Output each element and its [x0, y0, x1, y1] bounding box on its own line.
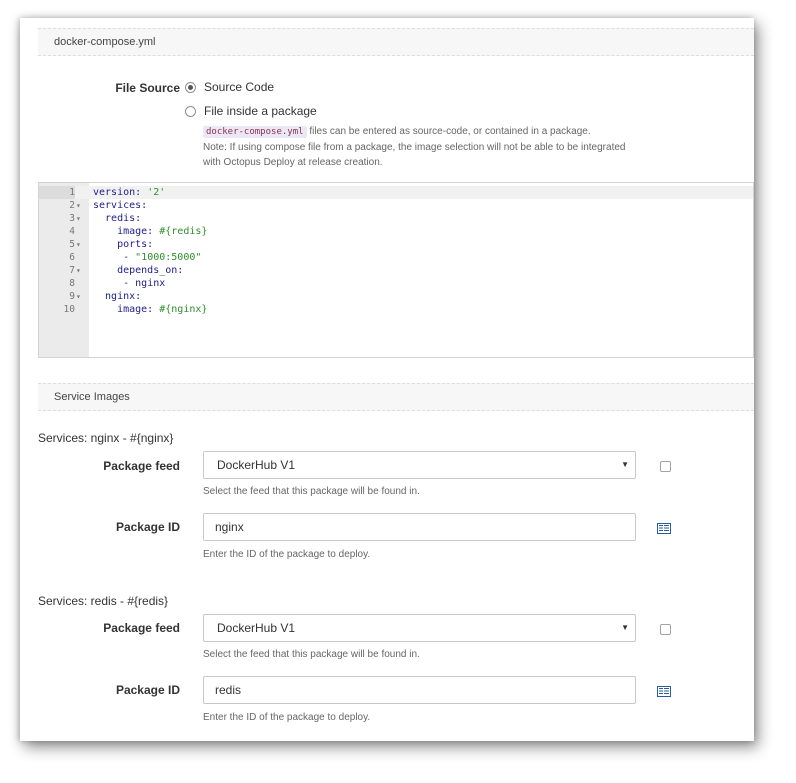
- file-source-label: File Source: [115, 81, 180, 95]
- code-line[interactable]: 8 - nginx: [39, 277, 753, 290]
- radio-source-code-indicator[interactable]: [185, 81, 196, 93]
- nginx-package-id-help: Enter the ID of the package to deploy.: [203, 549, 371, 560]
- help-line1-rest: files can be entered as source-code, or …: [306, 126, 591, 137]
- radio-source-code[interactable]: Source Code: [185, 80, 274, 94]
- nginx-package-feed-help: Select the feed that this package will b…: [203, 486, 420, 497]
- help-code-tag: docker-compose.yml: [203, 126, 307, 138]
- code-line[interactable]: 6 - "1000:5000": [39, 251, 753, 264]
- code-token: version:: [93, 187, 148, 198]
- code-token: -: [93, 278, 136, 289]
- fold-toggle-icon[interactable]: ▾: [76, 290, 86, 303]
- line-number: 9: [69, 291, 75, 302]
- nginx-package-feed-select[interactable]: DockerHub V1 ▼: [203, 451, 636, 479]
- nginx-package-feed-label: Package feed: [103, 459, 180, 473]
- nginx-package-feed-value: DockerHub V1: [217, 458, 296, 472]
- line-number: 4: [69, 226, 75, 237]
- code-token: ports:: [93, 239, 154, 250]
- line-number: 6: [69, 252, 75, 263]
- help-line2: Note: If using compose file from a packa…: [203, 142, 626, 153]
- nginx-package-id-value: nginx: [215, 520, 244, 534]
- code-line[interactable]: 9 ▾ nginx:: [39, 290, 753, 303]
- code-text: - "1000:5000": [93, 251, 201, 264]
- code-token: image:: [93, 226, 160, 237]
- radio-file-package[interactable]: File inside a package: [185, 104, 317, 118]
- code-text: image: #{redis}: [93, 225, 207, 238]
- step-settings-panel: docker-compose.yml File Source Source Co…: [20, 18, 754, 741]
- code-line[interactable]: 3 ▾ redis:: [39, 212, 753, 225]
- redis-feed-bind-checkbox[interactable]: [660, 624, 671, 635]
- code-text: depends_on:: [93, 264, 183, 277]
- code-token: services:: [93, 200, 148, 211]
- variable-grid-icon[interactable]: [657, 686, 671, 697]
- redis-package-id-value: redis: [215, 683, 242, 697]
- code-token: '2': [147, 187, 166, 198]
- line-number: 10: [63, 304, 75, 315]
- help-line3: with Octopus Deploy at release creation.: [203, 157, 383, 168]
- code-text: image: #{nginx}: [93, 303, 207, 316]
- nginx-package-id-label: Package ID: [115, 520, 180, 534]
- redis-package-feed-select[interactable]: DockerHub V1 ▼: [203, 614, 636, 642]
- line-number: 3: [69, 213, 75, 224]
- service-redis-title: Services: redis - #{redis}: [38, 594, 169, 608]
- code-line[interactable]: 5 ▾ ports:: [39, 238, 753, 251]
- line-number: 2: [69, 200, 75, 211]
- code-text: redis:: [93, 212, 141, 225]
- code-token: "1000:5000": [135, 252, 202, 263]
- code-token: nginx: [135, 278, 166, 289]
- code-text: nginx:: [93, 290, 141, 303]
- nginx-package-id-input[interactable]: nginx: [203, 513, 636, 541]
- code-token: image:: [93, 304, 160, 315]
- line-number: 8: [69, 278, 75, 289]
- redis-package-id-label: Package ID: [115, 683, 180, 697]
- fold-toggle-icon[interactable]: ▾: [76, 264, 86, 277]
- radio-file-package-label[interactable]: File inside a package: [204, 104, 317, 118]
- redis-package-id-input[interactable]: redis: [203, 676, 636, 704]
- code-token: redis:: [93, 213, 142, 224]
- compose-section-title: docker-compose.yml: [54, 36, 156, 48]
- code-token: #{nginx}: [159, 304, 208, 315]
- variable-grid-icon[interactable]: [657, 523, 671, 534]
- redis-package-feed-label: Package feed: [103, 621, 180, 635]
- code-text: services:: [93, 199, 147, 212]
- code-token: depends_on:: [93, 265, 184, 276]
- fold-toggle-icon[interactable]: ▾: [76, 238, 86, 251]
- fold-toggle-icon[interactable]: ▾: [76, 212, 86, 225]
- chevron-down-icon: ▼: [621, 460, 629, 469]
- line-number: 1: [39, 186, 75, 199]
- code-line[interactable]: 10 image: #{nginx}: [39, 303, 753, 316]
- code-text: version: '2': [93, 186, 165, 199]
- service-images-section-title: Service Images: [54, 391, 130, 403]
- redis-package-feed-help: Select the feed that this package will b…: [203, 649, 420, 660]
- chevron-down-icon: ▼: [621, 623, 629, 632]
- radio-file-package-indicator[interactable]: [185, 105, 196, 117]
- redis-package-feed-value: DockerHub V1: [217, 621, 296, 635]
- service-images-section-header: Service Images: [38, 383, 754, 411]
- code-text: ports:: [93, 238, 153, 251]
- code-line[interactable]: 1 version: '2': [39, 186, 753, 199]
- code-line[interactable]: 4 image: #{redis}: [39, 225, 753, 238]
- nginx-feed-bind-checkbox[interactable]: [660, 461, 671, 472]
- code-line[interactable]: 2 ▾ services:: [39, 199, 753, 212]
- radio-source-code-label[interactable]: Source Code: [204, 80, 274, 94]
- code-text: - nginx: [93, 277, 165, 290]
- service-nginx-title: Services: nginx - #{nginx}: [38, 431, 174, 445]
- code-line[interactable]: 7 ▾ depends_on:: [39, 264, 753, 277]
- line-number: 7: [69, 265, 75, 276]
- code-token: nginx:: [93, 291, 142, 302]
- compose-section-header: docker-compose.yml: [38, 28, 754, 56]
- line-number: 5: [69, 239, 75, 250]
- file-source-help: docker-compose.yml files can be entered …: [203, 124, 625, 170]
- code-token: -: [93, 252, 136, 263]
- code-editor[interactable]: 1 version: '2' 2 ▾ services: 3 ▾ redis: 4 image…: [38, 182, 754, 358]
- code-token: #{redis}: [159, 226, 208, 237]
- redis-package-id-help: Enter the ID of the package to deploy.: [203, 712, 371, 723]
- fold-toggle-icon[interactable]: ▾: [76, 199, 86, 212]
